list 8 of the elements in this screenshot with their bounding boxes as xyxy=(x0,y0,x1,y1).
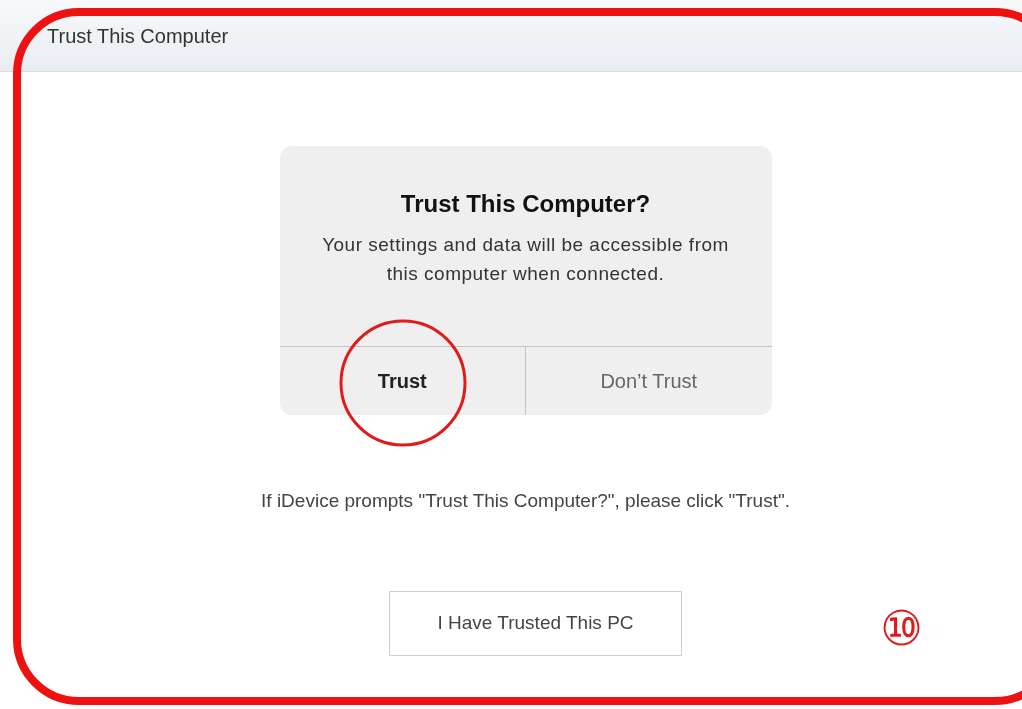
window-title: Trust This Computer xyxy=(47,23,229,49)
dialog-title: Trust This Computer? xyxy=(399,189,652,219)
dialog-button[interactable]: Trust xyxy=(279,347,525,415)
confirm-button[interactable]: I Have Trusted This PC xyxy=(389,590,682,656)
step-number: ⑩ xyxy=(880,601,923,657)
dialog-message: Your settings and data will be accessible from this computer when connected. xyxy=(321,233,730,286)
instruction-text: If iDevice prompts "Trust This Computer?", please click "Trust". xyxy=(261,489,790,513)
dialog-button[interactable]: Don’t Trust xyxy=(525,347,772,415)
